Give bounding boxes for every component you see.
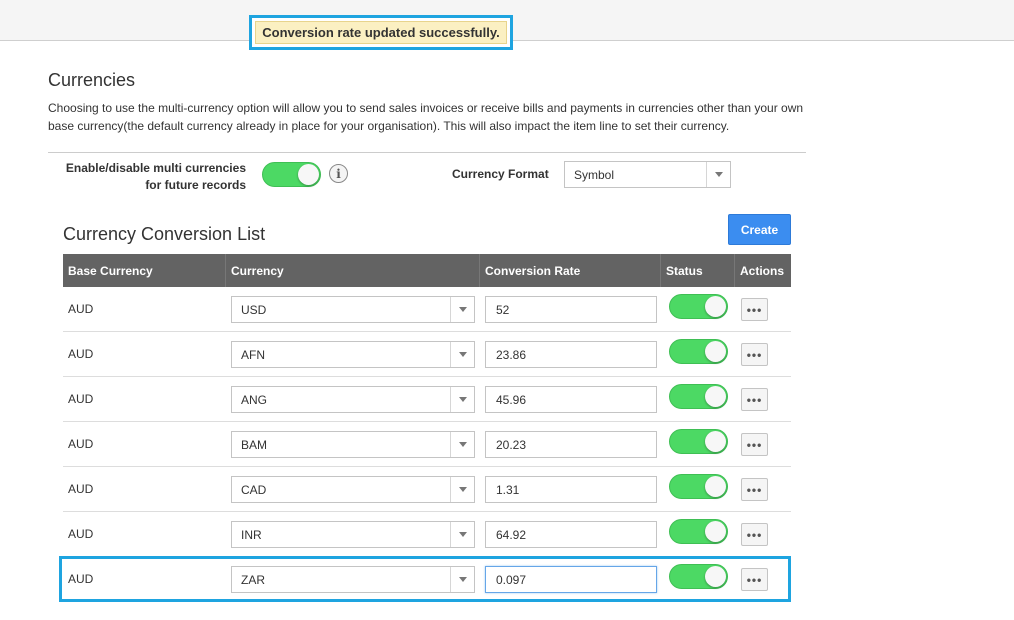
column-actions: Actions <box>740 263 785 278</box>
toggle-knob <box>705 566 726 587</box>
currency-select[interactable]: CAD <box>231 476 475 503</box>
currency-format-label: Currency Format <box>452 167 549 181</box>
currency-select[interactable]: BAM <box>231 431 475 458</box>
page-description: Choosing to use the multi-currency optio… <box>48 101 804 133</box>
currency-value: INR <box>241 527 262 542</box>
more-horizontal-icon[interactable]: ••• <box>741 523 768 546</box>
more-horizontal-icon[interactable]: ••• <box>741 343 768 366</box>
status-toggle[interactable] <box>669 429 728 454</box>
toggle-knob <box>705 296 726 317</box>
table-row: AUD USD 52 ••• <box>63 287 791 332</box>
multi-currency-toggle[interactable] <box>262 162 321 187</box>
success-notification: Conversion rate updated successfully. <box>255 21 507 44</box>
info-icon[interactable]: i <box>329 164 348 183</box>
column-base-currency: Base Currency <box>63 254 226 287</box>
more-horizontal-icon[interactable]: ••• <box>741 388 768 411</box>
page-title: Currencies <box>48 70 136 90</box>
status-toggle[interactable] <box>669 474 728 499</box>
column-currency: Currency <box>226 254 480 287</box>
more-horizontal-icon[interactable]: ••• <box>741 478 768 501</box>
more-horizontal-icon[interactable]: ••• <box>741 568 768 591</box>
conversion-list-title: Currency Conversion List <box>63 224 266 244</box>
currency-value: AFN <box>241 347 265 362</box>
currency-value: BAM <box>241 437 268 452</box>
table-row: AUD INR 64.92 ••• <box>63 512 791 557</box>
toggle-knob <box>705 431 726 452</box>
conversion-rate-input[interactable]: 52 <box>485 296 657 323</box>
currency-value: ZAR <box>241 572 265 587</box>
column-conversion-rate: Conversion Rate <box>480 254 661 287</box>
chevron-down-icon <box>450 567 474 592</box>
conversion-rate-input[interactable]: 1.31 <box>485 476 657 503</box>
chevron-down-icon <box>450 387 474 412</box>
more-horizontal-icon[interactable]: ••• <box>741 433 768 456</box>
table-row: AUD CAD 1.31 ••• <box>63 467 791 512</box>
table-row: AUD AFN 23.86 ••• <box>63 332 791 377</box>
conversion-rate-input[interactable]: 45.96 <box>485 386 657 413</box>
section-divider <box>48 152 806 153</box>
table-row: AUD ANG 45.96 ••• <box>63 377 791 422</box>
status-toggle[interactable] <box>669 519 728 544</box>
conversion-rate-input[interactable]: 64.92 <box>485 521 657 548</box>
currency-select[interactable]: ZAR <box>231 566 475 593</box>
column-status: Status <box>661 254 735 287</box>
chevron-down-icon <box>706 162 730 187</box>
notification-highlight: Conversion rate updated successfully. <box>249 15 513 50</box>
currency-format-select[interactable]: Symbol <box>564 161 731 188</box>
base-currency-cell: AUD <box>68 392 94 406</box>
conversion-rate-input[interactable]: 20.23 <box>485 431 657 458</box>
status-toggle[interactable] <box>669 384 728 409</box>
toggle-knob <box>705 521 726 542</box>
currency-format-value: Symbol <box>574 167 615 182</box>
status-toggle[interactable] <box>669 564 728 589</box>
toggle-knob <box>705 476 726 497</box>
currency-select[interactable]: ANG <box>231 386 475 413</box>
base-currency-cell: AUD <box>68 302 94 316</box>
toggle-knob <box>705 386 726 407</box>
multi-currency-label: Enable/disable multi currencies for futu… <box>65 161 246 192</box>
base-currency-cell: AUD <box>68 527 94 541</box>
chevron-down-icon <box>450 342 474 367</box>
table-row: AUD ZAR 0.097 ••• <box>63 557 791 602</box>
currency-select[interactable]: USD <box>231 296 475 323</box>
currency-select[interactable]: AFN <box>231 341 475 368</box>
base-currency-cell: AUD <box>68 482 94 496</box>
chevron-down-icon <box>450 522 474 547</box>
status-toggle[interactable] <box>669 294 728 319</box>
table-header: Base Currency Currency Conversion Rate S… <box>63 254 791 287</box>
base-currency-cell: AUD <box>68 347 94 361</box>
toggle-knob <box>298 164 319 185</box>
status-toggle[interactable] <box>669 339 728 364</box>
table-row: AUD BAM 20.23 ••• <box>63 422 791 467</box>
base-currency-cell: AUD <box>68 572 94 586</box>
currency-value: USD <box>241 302 267 317</box>
currency-select[interactable]: INR <box>231 521 475 548</box>
currency-value: CAD <box>241 482 267 497</box>
base-currency-cell: AUD <box>68 437 94 451</box>
conversion-rate-input[interactable]: 23.86 <box>485 341 657 368</box>
toggle-knob <box>705 341 726 362</box>
chevron-down-icon <box>450 477 474 502</box>
chevron-down-icon <box>450 297 474 322</box>
chevron-down-icon <box>450 432 474 457</box>
currency-value: ANG <box>241 392 268 407</box>
more-horizontal-icon[interactable]: ••• <box>741 298 768 321</box>
create-button[interactable]: Create <box>728 214 791 245</box>
conversion-rate-input[interactable]: 0.097 <box>485 566 657 593</box>
